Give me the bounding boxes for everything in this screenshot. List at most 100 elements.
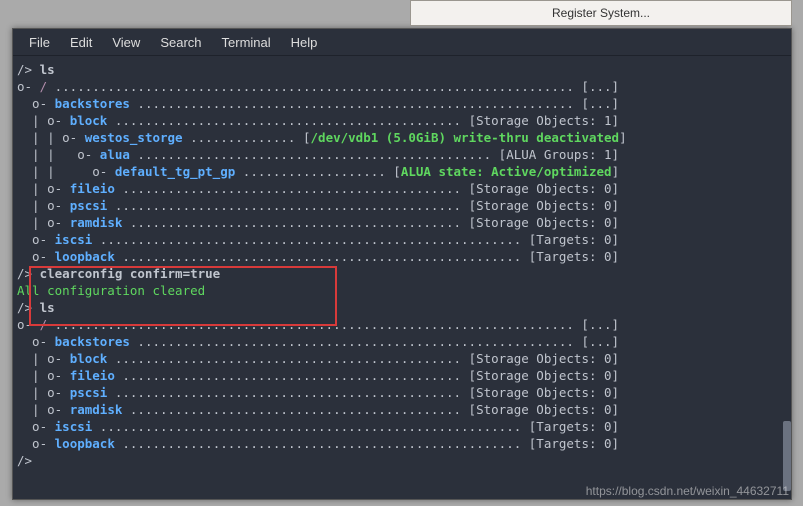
terminal-text: ........................................… (122, 214, 461, 231)
terminal-line: | o- block .............................… (17, 112, 787, 129)
terminal-text: ] (619, 129, 627, 146)
terminal-text: o- (17, 333, 55, 350)
terminal-line: /> ls (17, 61, 787, 78)
terminal-text: ........................................… (107, 197, 461, 214)
terminal-text: ........................................… (92, 231, 521, 248)
terminal-line: o- iscsi ...............................… (17, 231, 787, 248)
terminal-line: o- backstores ..........................… (17, 95, 787, 112)
scrollbar-thumb[interactable] (783, 421, 791, 491)
terminal-text: | o- (17, 384, 70, 401)
terminal-line: | o- fileio ............................… (17, 180, 787, 197)
terminal-text: [ (386, 163, 401, 180)
terminal-line: o- loopback ............................… (17, 248, 787, 265)
terminal-text: | o- (17, 112, 70, 129)
terminal-line: | o- pscsi .............................… (17, 384, 787, 401)
menu-view[interactable]: View (102, 32, 150, 53)
terminal-text: [Storage Objects: 0] (461, 180, 619, 197)
terminal-text: loopback (55, 248, 115, 265)
terminal-line: | | o- alua ............................… (17, 146, 787, 163)
terminal-text: | o- (17, 401, 70, 418)
terminal-line: | | o- westos_storge .............. [/de… (17, 129, 787, 146)
terminal-text: | o- (17, 197, 70, 214)
terminal-text: [Storage Objects: 0] (461, 214, 619, 231)
terminal-text: ........................................… (115, 248, 521, 265)
terminal-text: [Storage Objects: 0] (461, 197, 619, 214)
terminal-line: | o- ramdisk ...........................… (17, 214, 787, 231)
terminal-text: ........................................… (130, 333, 574, 350)
terminal-text: .............. (183, 129, 296, 146)
terminal-line: o- iscsi ...............................… (17, 418, 787, 435)
menu-file[interactable]: File (19, 32, 60, 53)
terminal-line: o- backstores ..........................… (17, 333, 787, 350)
menu-terminal[interactable]: Terminal (212, 32, 281, 53)
terminal-text: ramdisk (70, 214, 123, 231)
terminal-text: loopback (55, 435, 115, 452)
menu-search[interactable]: Search (150, 32, 211, 53)
terminal-text: | o- (17, 214, 70, 231)
terminal-text: /> (17, 452, 40, 469)
terminal-text: ........................................… (122, 401, 461, 418)
terminal-text: ........................................… (107, 384, 461, 401)
terminal-text: | | o- (17, 129, 85, 146)
terminal-text: ramdisk (70, 401, 123, 418)
register-system-dialog[interactable]: Register System... (410, 0, 792, 26)
terminal-text: ls (40, 61, 55, 78)
terminal-text: pscsi (70, 384, 108, 401)
terminal-text: pscsi (70, 197, 108, 214)
terminal-text: o- (17, 435, 55, 452)
terminal-text: iscsi (55, 418, 93, 435)
terminal-text: [Targets: 0] (521, 418, 619, 435)
terminal-text: backstores (55, 95, 130, 112)
terminal-text: [...] (574, 333, 619, 350)
terminal-text: | o- (17, 367, 70, 384)
terminal-text: [Storage Objects: 0] (461, 384, 619, 401)
terminal-text: ........................................… (92, 418, 521, 435)
terminal-text: [...] (574, 95, 619, 112)
terminal-text: [ALUA Groups: 1] (491, 146, 619, 163)
terminal-text: ] (612, 163, 620, 180)
terminal-text: [Targets: 0] (521, 231, 619, 248)
menu-help[interactable]: Help (281, 32, 328, 53)
terminal-text: o- (17, 418, 55, 435)
watermark: https://blog.csdn.net/weixin_44632711 (586, 484, 789, 498)
terminal-text: [...] (574, 78, 619, 95)
terminal-text: ........................................… (47, 78, 574, 95)
terminal-text: o- (17, 248, 55, 265)
terminal-text: ........................................… (115, 180, 461, 197)
menu-edit[interactable]: Edit (60, 32, 102, 53)
terminal-text: [Storage Objects: 0] (461, 367, 619, 384)
highlight-box (29, 266, 337, 326)
scrollbar[interactable] (783, 61, 791, 495)
terminal-text: default_tg_pt_gp (115, 163, 235, 180)
terminal-text: ........................................… (107, 112, 461, 129)
terminal-text: fileio (70, 180, 115, 197)
popup-title: Register System... (552, 6, 650, 20)
terminal-window: File Edit View Search Terminal Help /> l… (12, 28, 792, 500)
terminal-text: ........................................… (130, 146, 491, 163)
terminal-line: o- loopback ............................… (17, 435, 787, 452)
terminal-text: ........................................… (115, 367, 461, 384)
terminal-text: ................... (235, 163, 386, 180)
terminal-text: fileio (70, 367, 115, 384)
terminal-line: | o- fileio ............................… (17, 367, 787, 384)
terminal-text: / (40, 78, 48, 95)
terminal-text: [Storage Objects: 0] (461, 350, 619, 367)
terminal-text: [Targets: 0] (521, 248, 619, 265)
menubar: File Edit View Search Terminal Help (13, 29, 791, 56)
terminal-text: o- (17, 78, 40, 95)
terminal-text: block (70, 350, 108, 367)
terminal-text: ........................................… (130, 95, 574, 112)
terminal-text: [Targets: 0] (521, 435, 619, 452)
terminal-text: | o- (17, 180, 70, 197)
terminal-text: westos_storge (85, 129, 183, 146)
terminal-text: [...] (574, 316, 619, 333)
terminal-text: [ (295, 129, 310, 146)
terminal-text: [Storage Objects: 0] (461, 401, 619, 418)
terminal-text: o- (17, 95, 55, 112)
terminal-line: | o- block .............................… (17, 350, 787, 367)
terminal-text: ........................................… (115, 435, 521, 452)
terminal-line: o- / ...................................… (17, 78, 787, 95)
terminal-text: | | o- (17, 163, 115, 180)
terminal-text: /dev/vdb1 (5.0GiB) write-thru deactivate… (311, 129, 620, 146)
terminal-text: block (70, 112, 108, 129)
